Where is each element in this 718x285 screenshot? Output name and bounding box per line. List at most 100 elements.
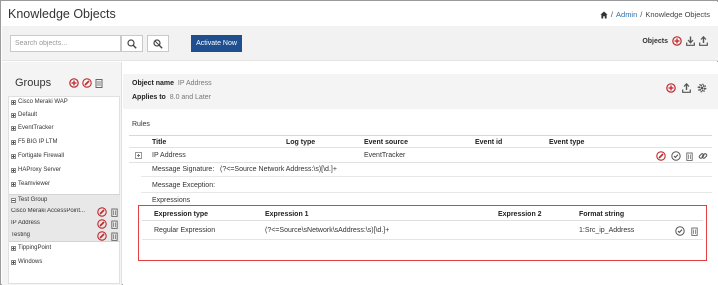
add-rule-icon[interactable] (666, 83, 676, 93)
groups-panel: Groups Cisco Meraki WAP Default EventTra… (2, 62, 122, 285)
group-node-windows[interactable]: Windows (11, 259, 42, 265)
group-child-item[interactable]: IP Address (11, 220, 89, 226)
format-string: 1:Src_ip_Address (579, 227, 635, 234)
group-node-tippingpoint[interactable]: TippingPoint (11, 245, 51, 251)
group-node-haproxy-server[interactable]: HAProxy Server (11, 167, 61, 173)
expression-actions (675, 226, 698, 236)
search-button[interactable] (121, 35, 143, 52)
delete-icon[interactable] (111, 232, 118, 241)
message-exception-row: Message Exception: (141, 179, 712, 193)
message-signature-value: (?<=Source Network Address:\s)[\d.]+ (220, 166, 337, 173)
gear-icon[interactable] (697, 83, 707, 93)
search-icon (127, 38, 137, 49)
add-object-icon[interactable] (672, 36, 682, 46)
search-input[interactable] (10, 35, 121, 52)
groups-tree: Cisco Meraki WAP Default EventTracker F5… (8, 96, 120, 284)
shield-check-icon[interactable] (675, 226, 685, 236)
applies-to-value: 8.0 and Later (169, 94, 211, 101)
clear-search-icon (153, 38, 163, 49)
clear-search-button[interactable] (147, 35, 169, 52)
expand-icon[interactable] (11, 99, 16, 105)
app-window: Knowledge Objects / Admin / Knowledge Ob… (0, 0, 718, 285)
breadcrumb-separator: / (640, 10, 643, 19)
group-child-actions (97, 207, 118, 217)
delete-group-icon[interactable] (95, 78, 103, 88)
breadcrumb: / Admin / Knowledge Objects (600, 10, 710, 19)
link-icon[interactable] (698, 151, 708, 161)
expand-icon[interactable] (11, 125, 16, 131)
group-node-cisco-meraki-wap[interactable]: Cisco Meraki WAP (11, 99, 68, 105)
edit-icon[interactable] (97, 219, 107, 229)
group-child-item[interactable]: Cisco Meraki AccessPoint... (11, 208, 89, 214)
group-node-test-group[interactable]: Test Group Cisco Meraki AccessPoint... I… (9, 194, 120, 242)
edit-group-icon[interactable] (82, 78, 92, 88)
column-header: Event id (475, 139, 503, 146)
group-child-actions (97, 219, 118, 229)
expand-row-icon[interactable] (135, 152, 142, 159)
column-header: Format string (579, 211, 625, 218)
column-header: Expression 2 (498, 211, 542, 218)
export-icon[interactable] (699, 36, 708, 46)
table-row[interactable]: IP Address EventTracker (129, 147, 712, 163)
expand-icon[interactable] (11, 259, 16, 265)
group-node-default[interactable]: Default (11, 112, 37, 118)
column-header: Event source (364, 139, 408, 146)
column-header: Title (152, 139, 167, 146)
delete-icon[interactable] (691, 227, 698, 236)
message-signature-row: Message Signature: (?<=Source Network Ad… (141, 163, 712, 177)
message-exception-label: Message Exception: (152, 182, 216, 189)
collapse-icon[interactable] (11, 197, 16, 203)
rule-event-source: EventTracker (364, 152, 406, 159)
add-group-icon[interactable] (69, 78, 79, 88)
objects-label: Objects (642, 37, 668, 45)
expression-1: (?<=Source\sNetwork\sAddress:\s)[\d.]+ (265, 227, 390, 234)
edit-icon[interactable] (97, 231, 107, 241)
page-title: Knowledge Objects (8, 7, 116, 21)
expressions-header: Expression type Expression 1 Expression … (142, 209, 703, 221)
group-node-teamviewer[interactable]: Teamviewer (11, 181, 50, 187)
delete-icon[interactable] (111, 220, 118, 229)
expand-icon[interactable] (11, 112, 16, 118)
column-header: Log type (286, 139, 316, 146)
group-node-test-group-header[interactable]: Test Group (11, 197, 47, 203)
edit-icon[interactable] (656, 151, 666, 161)
applies-to: Applies to 8.0 and Later (132, 94, 211, 101)
delete-icon[interactable] (111, 208, 118, 217)
group-child-actions (97, 231, 118, 241)
object-name: Object name IP Address (132, 80, 212, 87)
group-node-eventtracker[interactable]: EventTracker (11, 125, 53, 131)
object-header: Object name IP Address Applies to 8.0 an… (123, 74, 718, 109)
message-signature-label: Message Signature: (152, 166, 215, 173)
export-icon[interactable] (682, 83, 691, 93)
expand-icon[interactable] (11, 245, 16, 251)
group-node-fortigate-firewall[interactable]: Fortigate Firewall (11, 153, 64, 159)
group-child-item[interactable]: Testing (11, 232, 89, 238)
expressions-label: Expressions (152, 197, 191, 204)
group-node-f5-big-ip-ltm[interactable]: F5 BIG IP LTM (11, 139, 57, 145)
groups-title: Groups (15, 77, 52, 89)
objects-actions: Objects (642, 36, 708, 46)
column-header: Event type (549, 139, 585, 146)
activate-now-button[interactable]: Activate Now (191, 35, 242, 52)
object-details-panel: Object name IP Address Applies to 8.0 an… (123, 62, 718, 285)
edit-icon[interactable] (97, 207, 107, 217)
home-icon[interactable] (600, 11, 608, 19)
expand-icon[interactable] (11, 153, 16, 159)
toolbar: Activate Now Objects (2, 26, 718, 61)
table-row[interactable]: Regular Expression (?<=Source\sNetwork\s… (142, 222, 703, 240)
import-icon[interactable] (686, 36, 695, 46)
expression-type: Regular Expression (154, 227, 216, 234)
rule-title: IP Address (152, 152, 186, 159)
expand-icon[interactable] (11, 181, 16, 187)
expand-icon[interactable] (11, 167, 16, 173)
delete-icon[interactable] (686, 152, 693, 161)
expressions-table: Expression type Expression 1 Expression … (138, 205, 707, 261)
column-header: Expression type (154, 211, 209, 218)
expand-icon[interactable] (11, 139, 16, 145)
column-header: Expression 1 (265, 211, 309, 218)
breadcrumb-admin-link[interactable]: Admin (616, 10, 637, 19)
shield-check-icon[interactable] (671, 151, 681, 161)
object-actions (666, 83, 707, 93)
groups-actions (69, 78, 103, 88)
rules-label: Rules (132, 121, 150, 128)
